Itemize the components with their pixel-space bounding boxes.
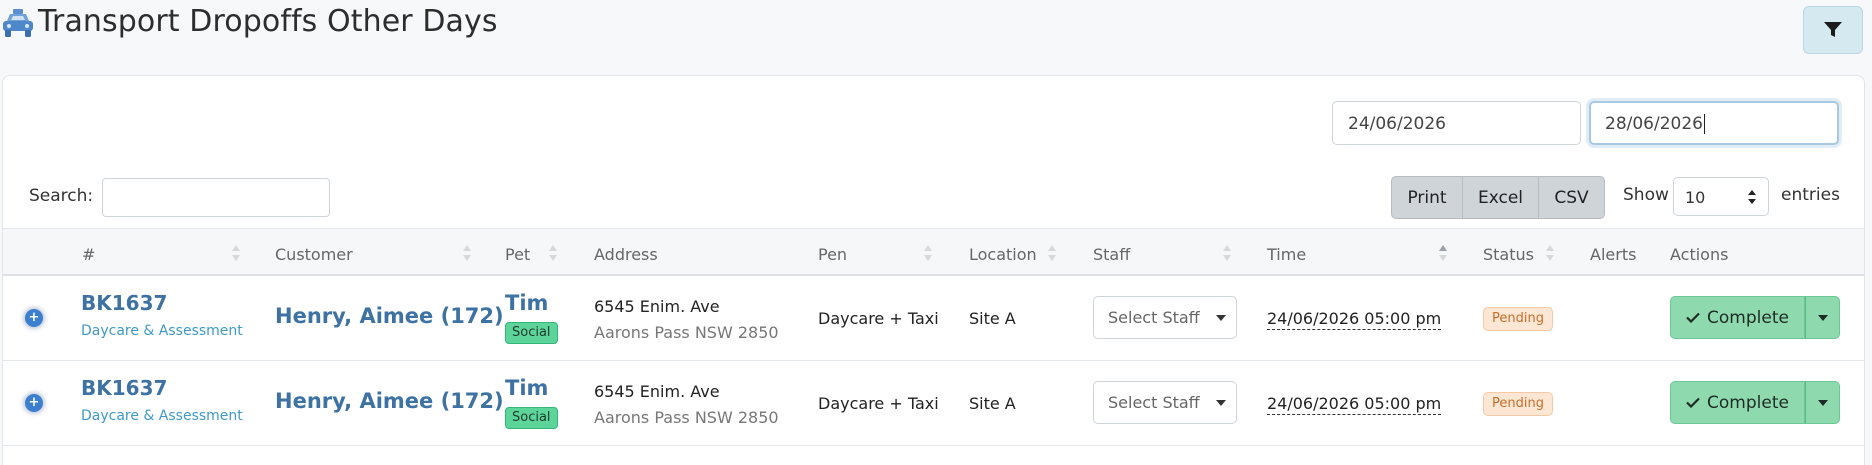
status-badge: Pending [1483, 392, 1553, 416]
pet-link[interactable]: Tim [505, 376, 548, 400]
address-line2: Aarons Pass NSW 2850 [594, 408, 779, 427]
filter-icon [1824, 22, 1842, 37]
time-editable[interactable]: 24/06/2026 05:00 pm [1267, 394, 1442, 415]
search-input[interactable] [102, 178, 330, 217]
print-button[interactable]: Print [1392, 177, 1463, 218]
sort-icon[interactable] [462, 243, 472, 263]
complete-button-label: Complete [1707, 307, 1789, 328]
transport-card: 24/06/2026 28/06/2026 Search: Print Exce… [2, 75, 1865, 465]
col-header-alerts: Alerts [1590, 245, 1637, 264]
show-label: Show [1623, 185, 1669, 205]
complete-button[interactable]: Complete [1670, 381, 1805, 424]
address-line2: Aarons Pass NSW 2850 [594, 323, 779, 342]
col-header-actions: Actions [1670, 245, 1729, 264]
pet-tag-badge: Social [505, 407, 558, 429]
booking-link[interactable]: BK1637 [81, 376, 167, 400]
staff-select-placeholder: Select Staff [1108, 393, 1200, 412]
col-header-customer[interactable]: Customer [275, 245, 353, 264]
complete-dropdown-toggle[interactable] [1805, 381, 1840, 424]
chevron-down-icon [1216, 315, 1226, 321]
page-title: Transport Dropoffs Other Days [38, 4, 498, 39]
select-arrows-icon [1748, 190, 1756, 204]
sort-asc-icon[interactable] [1438, 243, 1448, 263]
col-header-pet[interactable]: Pet [505, 245, 530, 264]
excel-button[interactable]: Excel [1463, 177, 1539, 218]
sort-icon[interactable] [1222, 243, 1232, 263]
csv-button[interactable]: CSV [1539, 177, 1604, 218]
pen-value: Daycare + Taxi [818, 309, 939, 328]
staff-select[interactable]: Select Staff [1093, 381, 1237, 424]
entries-select[interactable]: 10 [1673, 177, 1769, 216]
sort-icon[interactable] [231, 243, 241, 263]
table-header: # Customer Pet Address Pen Location Staf… [3, 228, 1864, 276]
table-row: + BK1637 Daycare & Assessment Henry, Aim… [3, 276, 1864, 361]
status-badge: Pending [1483, 307, 1553, 331]
date-from-input[interactable]: 24/06/2026 [1332, 101, 1581, 145]
pet-link[interactable]: Tim [505, 291, 548, 315]
time-editable[interactable]: 24/06/2026 05:00 pm [1267, 309, 1442, 330]
col-header-time[interactable]: Time [1267, 245, 1306, 264]
export-button-group: Print Excel CSV [1391, 176, 1605, 219]
check-icon [1686, 397, 1700, 408]
location-value: Site A [969, 309, 1016, 328]
caret-down-icon [1818, 400, 1828, 406]
check-icon [1686, 312, 1700, 323]
complete-button[interactable]: Complete [1670, 296, 1805, 339]
table-row: + BK1637 Daycare & Assessment Henry, Aim… [3, 361, 1864, 446]
address-line1: 6545 Enim. Ave [594, 297, 720, 316]
expand-row-icon[interactable]: + [25, 309, 43, 327]
col-header-num[interactable]: # [82, 245, 95, 264]
sort-icon[interactable] [923, 243, 933, 263]
date-from-value: 24/06/2026 [1348, 114, 1446, 134]
search-label: Search: [29, 186, 94, 206]
table-row [3, 446, 1864, 465]
sort-icon[interactable] [1545, 243, 1555, 263]
taxi-icon [3, 9, 33, 37]
page-header: Transport Dropoffs Other Days [0, 0, 1872, 76]
pen-value: Daycare + Taxi [818, 394, 939, 413]
col-header-pen[interactable]: Pen [818, 245, 847, 264]
col-header-address: Address [594, 245, 658, 264]
staff-select[interactable]: Select Staff [1093, 296, 1237, 339]
chevron-down-icon [1216, 400, 1226, 406]
customer-link[interactable]: Henry, Aimee (172) [275, 389, 504, 413]
filter-button[interactable] [1803, 6, 1863, 54]
text-caret [1703, 114, 1705, 134]
col-header-staff[interactable]: Staff [1093, 245, 1130, 264]
col-header-location[interactable]: Location [969, 245, 1037, 264]
complete-button-label: Complete [1707, 392, 1789, 413]
col-header-status[interactable]: Status [1483, 245, 1534, 264]
sort-icon[interactable] [548, 243, 558, 263]
address-line1: 6545 Enim. Ave [594, 382, 720, 401]
customer-link[interactable]: Henry, Aimee (172) [275, 304, 504, 328]
entries-select-value: 10 [1685, 188, 1706, 207]
date-to-input[interactable]: 28/06/2026 [1589, 101, 1839, 145]
complete-dropdown-toggle[interactable] [1805, 296, 1840, 339]
expand-row-icon[interactable]: + [25, 394, 43, 412]
entries-label: entries [1781, 185, 1840, 205]
pet-tag-badge: Social [505, 322, 558, 344]
location-value: Site A [969, 394, 1016, 413]
booking-link[interactable]: BK1637 [81, 291, 167, 315]
caret-down-icon [1818, 315, 1828, 321]
booking-type: Daycare & Assessment [81, 408, 243, 424]
sort-icon[interactable] [1047, 243, 1057, 263]
date-to-value: 28/06/2026 [1605, 114, 1703, 134]
staff-select-placeholder: Select Staff [1108, 308, 1200, 327]
booking-type: Daycare & Assessment [81, 323, 243, 339]
